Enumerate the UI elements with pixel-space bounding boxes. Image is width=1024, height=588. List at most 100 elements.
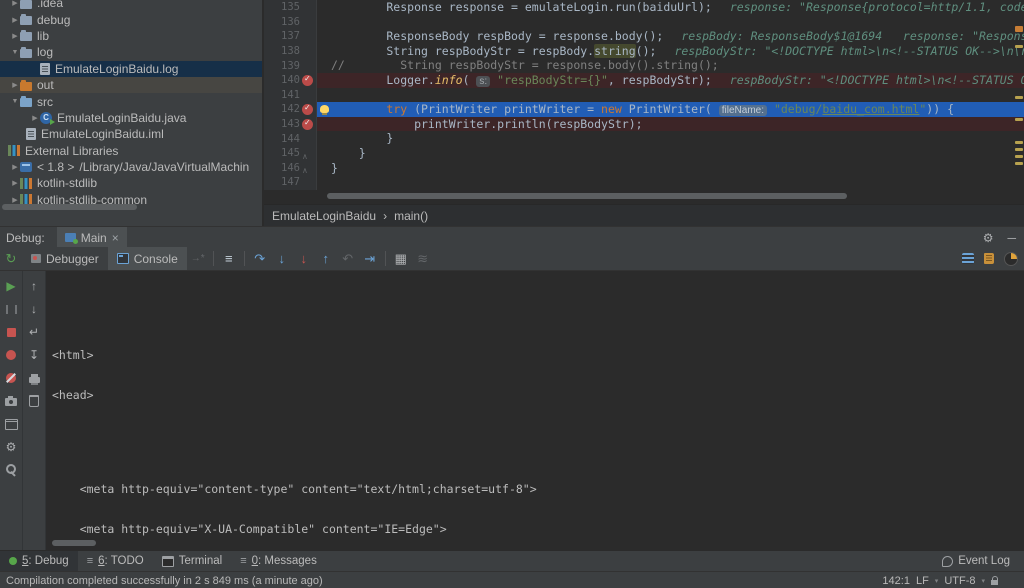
- code-line-136[interactable]: [317, 15, 1024, 30]
- debug-session-tab-main[interactable]: Main ×: [56, 227, 127, 248]
- scroll-to-end-icon[interactable]: ↧: [27, 348, 41, 362]
- code-line-145[interactable]: }: [317, 146, 1024, 161]
- print-icon[interactable]: [27, 371, 41, 385]
- thread-dump-camera-icon[interactable]: [4, 394, 18, 408]
- mute-breakpoints-icon[interactable]: [4, 371, 18, 385]
- tree-item-lib[interactable]: ▶ lib: [0, 28, 262, 44]
- tab-debugger[interactable]: Debugger: [22, 247, 108, 270]
- code-line-138[interactable]: String respBodyStr = respBody.string(); r…: [317, 43, 1024, 59]
- drop-frame-icon[interactable]: ↶: [337, 251, 359, 267]
- code-line-137[interactable]: ResponseBody respBody = response.body();…: [317, 29, 1024, 44]
- profiler-gauge-icon[interactable]: [1004, 251, 1018, 266]
- tree-item-kotlin-stdlib[interactable]: ▶ kotlin-stdlib: [0, 175, 262, 191]
- event-log-button[interactable]: Event Log: [958, 555, 1010, 567]
- stop-icon[interactable]: [4, 325, 18, 339]
- up-stack-icon[interactable]: ↑: [27, 279, 41, 293]
- editor-panel[interactable]: 135 136 137 138 139 140 141 142 143 144 …: [264, 0, 1024, 226]
- toolwindow-button-messages[interactable]: ≡ 0: Messages: [231, 551, 326, 571]
- breakpoint-icon[interactable]: [302, 103, 313, 115]
- tab-console[interactable]: Console: [107, 247, 187, 270]
- run-to-cursor-icon[interactable]: ⇥: [359, 251, 381, 267]
- breakpoint-icon[interactable]: [302, 118, 313, 130]
- close-icon[interactable]: ×: [112, 232, 119, 244]
- breadcrumb-method[interactable]: main(): [394, 209, 428, 223]
- code-line-143-breakpoint-line[interactable]: printWriter.println(respBodyStr);: [317, 116, 1024, 132]
- code-line-147[interactable]: [317, 175, 1024, 190]
- hide-panel-icon[interactable]: ─: [1007, 231, 1016, 245]
- step-into-icon[interactable]: ↓: [271, 251, 293, 266]
- fold-marker-icon[interactable]: ∧: [302, 166, 308, 175]
- step-over-icon[interactable]: ↷: [249, 251, 271, 267]
- soft-wrap-icon[interactable]: ↵: [27, 325, 41, 339]
- project-horizontal-scrollbar[interactable]: [2, 204, 137, 210]
- encoding-indicator[interactable]: UTF-8: [944, 575, 975, 587]
- editor-gutter[interactable]: 135 136 137 138 139 140 141 142 143 144 …: [264, 0, 317, 190]
- pause-icon[interactable]: [4, 302, 18, 316]
- gear-dropdown-icon[interactable]: ⚙: [4, 440, 18, 454]
- line-separator-indicator[interactable]: LF: [916, 575, 929, 587]
- tree-item-src[interactable]: ▼ src: [0, 93, 262, 109]
- status-message[interactable]: Compilation completed successfully in 2 …: [6, 575, 323, 587]
- chevron-down-icon[interactable]: ▼: [10, 98, 20, 105]
- lock-icon[interactable]: [991, 575, 998, 585]
- help-book-icon[interactable]: [984, 253, 994, 264]
- down-stack-icon[interactable]: ↓: [27, 302, 41, 316]
- code-line-144[interactable]: }: [317, 131, 1024, 146]
- chevron-right-icon[interactable]: ▶: [10, 16, 20, 24]
- chevron-right-icon[interactable]: ▶: [10, 32, 20, 40]
- chevron-right-icon[interactable]: ▶: [10, 179, 20, 187]
- iml-file-icon: [26, 128, 36, 141]
- evaluate-expression-icon[interactable]: ▦: [390, 251, 412, 267]
- breadcrumb-class[interactable]: EmulateLoginBaidu: [272, 209, 376, 223]
- settings-gear-icon[interactable]: ⚙: [983, 231, 994, 245]
- resume-icon[interactable]: ▶: [4, 279, 18, 293]
- chevron-right-icon[interactable]: ▶: [30, 114, 40, 122]
- layout-menu-icon[interactable]: ≡: [218, 251, 240, 266]
- console-output[interactable]: <html> <head> <meta http-equiv="content-…: [46, 271, 1024, 550]
- tree-item-log[interactable]: ▼ log: [0, 44, 262, 60]
- pin-icon[interactable]: [4, 463, 18, 477]
- toolwindow-button-debug[interactable]: 5: Debug: [0, 551, 78, 571]
- code-line-142-execution-line[interactable]: try (PrintWriter printWriter = new Print…: [317, 102, 1024, 117]
- tree-item-out[interactable]: ▶ out: [0, 76, 262, 94]
- file-link[interactable]: baidu_com.html: [822, 102, 919, 116]
- chevron-right-icon[interactable]: ▶: [10, 0, 20, 7]
- layout-settings-icon[interactable]: [4, 417, 18, 431]
- toolwindow-button-terminal[interactable]: Terminal: [153, 551, 231, 571]
- chevron-right-icon[interactable]: ▶: [10, 163, 20, 171]
- tree-item-external-libraries[interactable]: External Libraries: [0, 143, 262, 159]
- chevron-right-icon[interactable]: ▶: [10, 81, 20, 89]
- fold-marker-icon[interactable]: ∧: [302, 152, 308, 161]
- code-line-141[interactable]: [317, 88, 1024, 103]
- tree-item-emulateloginbaidu-java[interactable]: ▶ EmulateLoginBaidu.java: [0, 110, 262, 126]
- trace-icon[interactable]: ≋: [412, 251, 434, 267]
- editor-horizontal-scrollbar[interactable]: [327, 193, 847, 199]
- tree-item-emulateloginbaidu-log[interactable]: EmulateLoginBaidu.log: [0, 60, 262, 77]
- clear-console-icon[interactable]: [27, 394, 41, 408]
- code-area[interactable]: Response response = emulateLogin.run(bai…: [317, 0, 1024, 190]
- tree-item-jdk-18[interactable]: ▶ < 1.8 > /Library/Java/JavaVirtualMachi…: [0, 159, 262, 175]
- tree-item-debug[interactable]: ▶ debug: [0, 11, 262, 27]
- code-line-140-breakpoint-line[interactable]: Logger.info( s: "respBodyStr={}", respBo…: [317, 72, 1024, 88]
- tree-item-idea[interactable]: ▶ .idea: [0, 0, 262, 11]
- intention-bulb-icon[interactable]: [320, 105, 329, 116]
- view-breakpoints-icon[interactable]: [4, 348, 18, 362]
- code-line-139[interactable]: // String respBodyStr = response.body().…: [317, 58, 1024, 73]
- breakpoint-icon[interactable]: [302, 74, 313, 86]
- project-tree: ▶ .idea ▶ debug ▶ lib ▼ log EmulateLogin…: [0, 0, 262, 208]
- step-out-icon[interactable]: ↑: [315, 251, 337, 266]
- chevron-down-icon[interactable]: ▼: [10, 49, 20, 56]
- tree-item-emulateloginbaidu-iml[interactable]: EmulateLoginBaidu.iml: [0, 126, 262, 142]
- restore-layout-icon[interactable]: [962, 253, 974, 264]
- inline-debug-value: response: "Response{protocol=http/1.1, c…: [729, 0, 1024, 14]
- console-horizontal-scrollbar[interactable]: [52, 540, 96, 546]
- toolwindow-button-todo[interactable]: ≡ 6: TODO: [78, 551, 153, 571]
- code-line-135[interactable]: Response response = emulateLogin.run(bai…: [317, 0, 1024, 15]
- scroll-to-end-tab-icon[interactable]: →*: [187, 253, 209, 264]
- chevron-right-icon[interactable]: ▶: [10, 196, 20, 204]
- force-step-into-icon[interactable]: ↓: [293, 251, 315, 266]
- code-line-146[interactable]: }: [317, 161, 1024, 176]
- error-stripe[interactable]: [1014, 0, 1024, 190]
- caret-position[interactable]: 142:1: [882, 575, 910, 587]
- rerun-icon[interactable]: ↻: [0, 251, 22, 267]
